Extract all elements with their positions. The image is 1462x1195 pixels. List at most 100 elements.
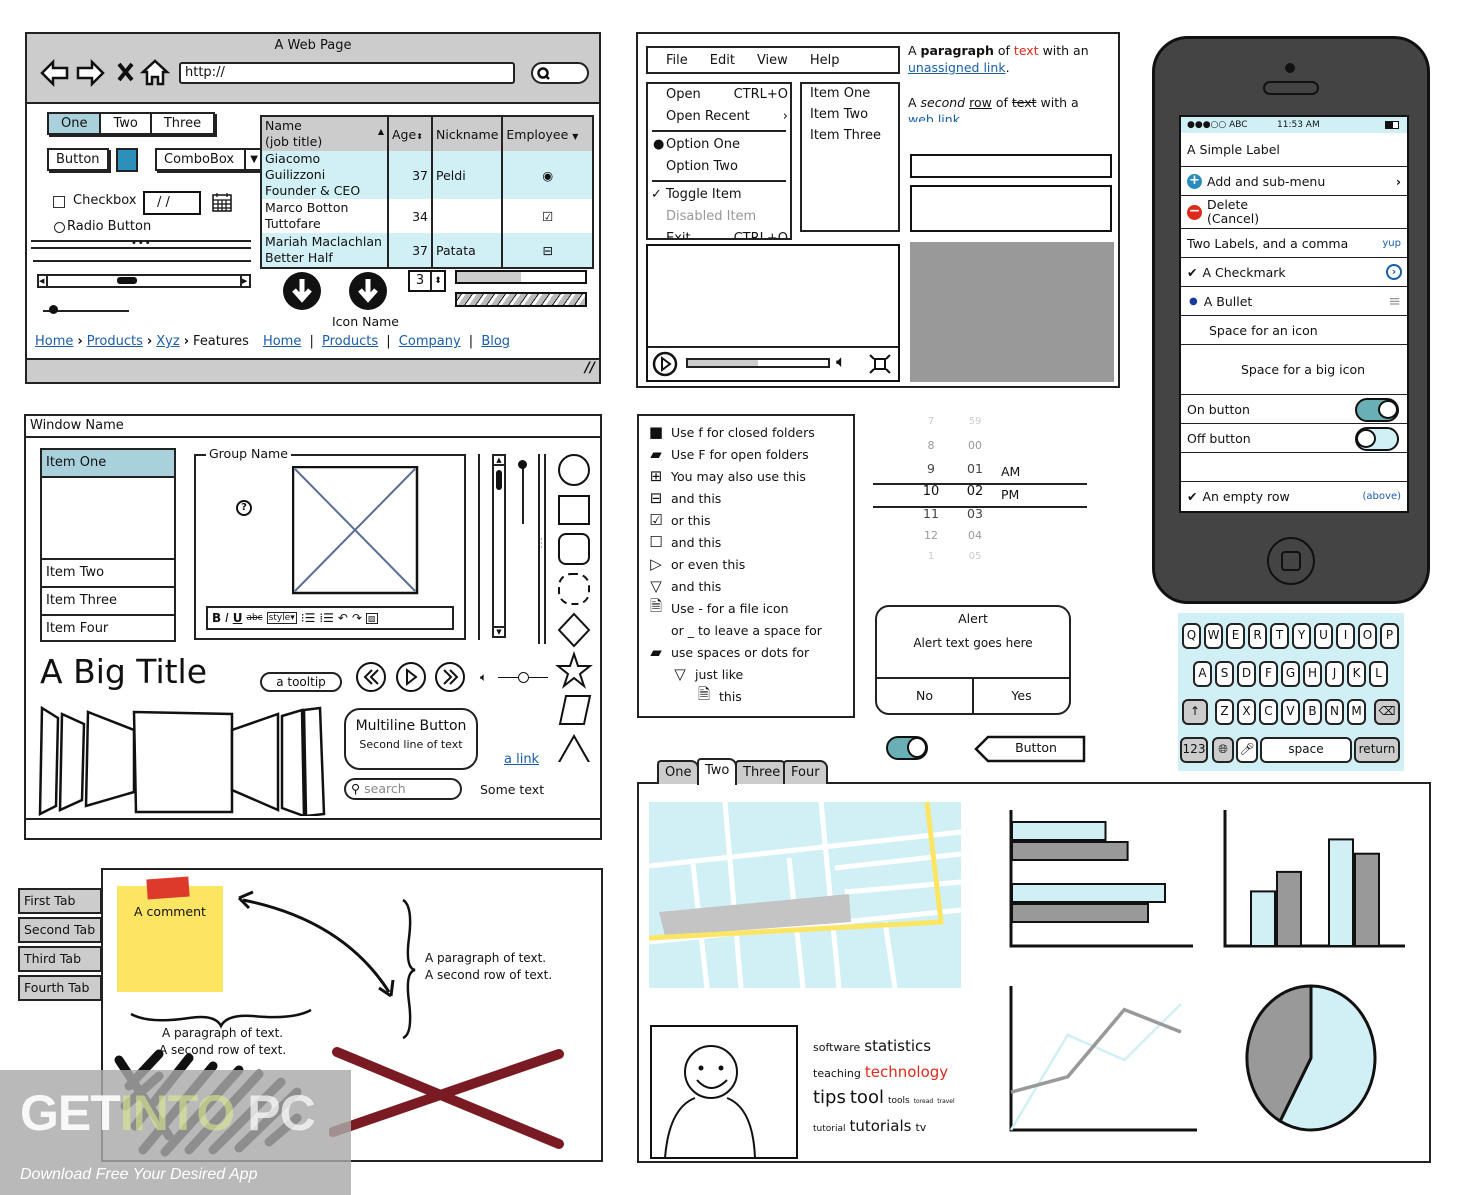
phone-row[interactable]: + Add and sub-menu › — [1181, 167, 1407, 196]
key-a[interactable]: A — [1193, 661, 1212, 687]
video-progress[interactable] — [686, 358, 830, 368]
rewind-icon[interactable] — [356, 662, 386, 692]
help-icon[interactable]: ? — [236, 500, 252, 516]
tree-item[interactable]: ▰ Use F for open folders — [639, 443, 853, 465]
column-header-nickname[interactable]: Nickname — [430, 117, 503, 151]
play-icon[interactable] — [652, 351, 678, 377]
phone-row[interactable]: Off button — [1181, 424, 1407, 453]
redo-icon[interactable]: ↷ — [352, 611, 362, 625]
phone-row-empty[interactable] — [1181, 453, 1407, 482]
breadcrumb-home[interactable]: Home — [35, 334, 73, 349]
phone-row[interactable]: ✔ A Checkmark › — [1181, 258, 1407, 287]
tag[interactable]: tutorials — [849, 1117, 911, 1135]
key-j[interactable]: J — [1325, 661, 1344, 687]
column-header-age[interactable]: Age⬍ — [387, 117, 432, 151]
tab-three[interactable]: Three — [735, 760, 789, 784]
key-i[interactable]: I — [1336, 623, 1355, 649]
disclosure-icon[interactable]: › — [1386, 264, 1402, 280]
table-row[interactable]: Giacomo Guilizzoni Founder & CEO 37 Peldi… — [262, 151, 592, 199]
checkbox-indeterminate-icon[interactable]: ⊟ — [542, 243, 552, 258]
key-b[interactable]: B — [1303, 699, 1322, 725]
tree-item[interactable]: or _ to leave a space for — [639, 619, 853, 641]
tree-item[interactable]: 🗎︎ this — [639, 685, 853, 707]
date-field[interactable]: / / — [143, 191, 201, 215]
tag[interactable]: tv — [915, 1121, 926, 1134]
list-item[interactable]: Item Four — [42, 616, 174, 644]
arrow-down-circle-icon[interactable] — [349, 272, 387, 310]
tab-two[interactable]: Two — [697, 758, 738, 785]
tag[interactable]: tool — [850, 1087, 884, 1108]
unassigned-link[interactable]: unassigned link — [908, 60, 1006, 75]
splitter-handle[interactable]: · · · — [540, 536, 543, 552]
bold-icon[interactable]: B — [212, 611, 221, 625]
key-p[interactable]: P — [1380, 623, 1399, 649]
table-row[interactable]: Marco Botton Tuttofare 34 ☑ — [262, 199, 592, 233]
home-button[interactable] — [1267, 537, 1315, 585]
list-item-selected[interactable]: Item One — [42, 450, 174, 478]
scroll-up-icon[interactable]: ▲ — [494, 456, 504, 466]
menu-edit[interactable]: Edit — [710, 53, 735, 68]
numbered-list-icon[interactable]: ⁞☰ — [319, 611, 334, 625]
volume-thumb[interactable] — [518, 672, 529, 683]
tab-four[interactable]: Four — [783, 760, 828, 784]
close-icon[interactable] — [117, 62, 134, 82]
italic-icon[interactable]: I — [225, 611, 229, 625]
tree-item[interactable]: ⊞ You may also use this — [639, 465, 853, 487]
menu-item-option-one[interactable]: ● Option One — [648, 134, 790, 156]
sticky-note[interactable]: A comment — [117, 886, 223, 992]
menu-help[interactable]: Help — [810, 53, 840, 68]
picker-value[interactable]: 00 — [957, 439, 993, 452]
tree-item[interactable]: ▰ use spaces or dots for — [639, 641, 853, 663]
backspace-key-icon[interactable]: ⌫ — [1374, 699, 1400, 725]
key-m[interactable]: M — [1347, 699, 1366, 725]
color-picker[interactable] — [116, 148, 138, 172]
picker-value[interactable]: 7 — [913, 416, 949, 427]
picker-value[interactable]: 01 — [957, 461, 993, 476]
link-products[interactable]: Products — [322, 334, 378, 349]
list-item[interactable]: Item Two — [42, 560, 174, 588]
url-input[interactable]: http:// — [179, 62, 515, 84]
return-key[interactable]: return — [1354, 737, 1400, 763]
list-item[interactable]: Item Two — [810, 107, 890, 128]
back-button[interactable]: Button — [986, 740, 1086, 755]
link-blog[interactable]: Blog — [481, 334, 510, 349]
list-item[interactable]: Item Three — [810, 128, 890, 149]
key-l[interactable]: L — [1369, 661, 1388, 687]
button[interactable]: Button — [47, 148, 109, 171]
phone-row[interactable]: ● A Bullet ≡ — [1181, 287, 1407, 316]
menu-item-open[interactable]: Open CTRL+O — [648, 84, 790, 106]
link-home[interactable]: Home — [263, 334, 301, 349]
space-key[interactable]: space — [1260, 737, 1352, 763]
play-icon[interactable] — [396, 662, 426, 692]
scroll-thumb[interactable] — [496, 470, 502, 490]
radio-button[interactable] — [54, 222, 65, 233]
alert-no-button[interactable]: No — [877, 679, 974, 713]
a-link[interactable]: a link — [504, 752, 539, 767]
breadcrumb-xyz[interactable]: Xyz — [156, 334, 179, 349]
key-g[interactable]: G — [1281, 661, 1300, 687]
picker-value[interactable]: 1 — [913, 551, 949, 562]
key-t[interactable]: T — [1270, 623, 1289, 649]
vertical-scrollbar[interactable]: ▲ ▼ — [492, 454, 506, 638]
microphone-key-icon[interactable]: 🎤︎ — [1236, 737, 1258, 763]
fullscreen-icon[interactable] — [868, 353, 892, 375]
key-k[interactable]: K — [1347, 661, 1366, 687]
tree-item[interactable]: ☑ or this — [639, 509, 853, 531]
vertical-tab-first[interactable]: First Tab — [18, 888, 102, 914]
key-c[interactable]: C — [1259, 699, 1278, 725]
tree-item[interactable]: ▽ just like — [639, 663, 853, 685]
key-e[interactable]: E — [1226, 623, 1245, 649]
segment-one[interactable]: One — [49, 114, 102, 133]
key-u[interactable]: U — [1314, 623, 1333, 649]
list-item[interactable]: Item Three — [42, 588, 174, 616]
picker-value[interactable]: 11 — [913, 506, 949, 521]
picker-value[interactable]: 05 — [957, 551, 993, 562]
alert-yes-button[interactable]: Yes — [974, 679, 1069, 713]
key-o[interactable]: O — [1358, 623, 1377, 649]
segment-three[interactable]: Three — [151, 114, 214, 133]
scroll-thumb[interactable] — [117, 277, 137, 284]
toggle-off[interactable] — [1355, 427, 1399, 451]
list-item[interactable]: Item One — [810, 86, 890, 107]
scroll-right-icon[interactable]: ▶ — [240, 276, 249, 286]
tab-one[interactable]: One — [657, 760, 700, 784]
